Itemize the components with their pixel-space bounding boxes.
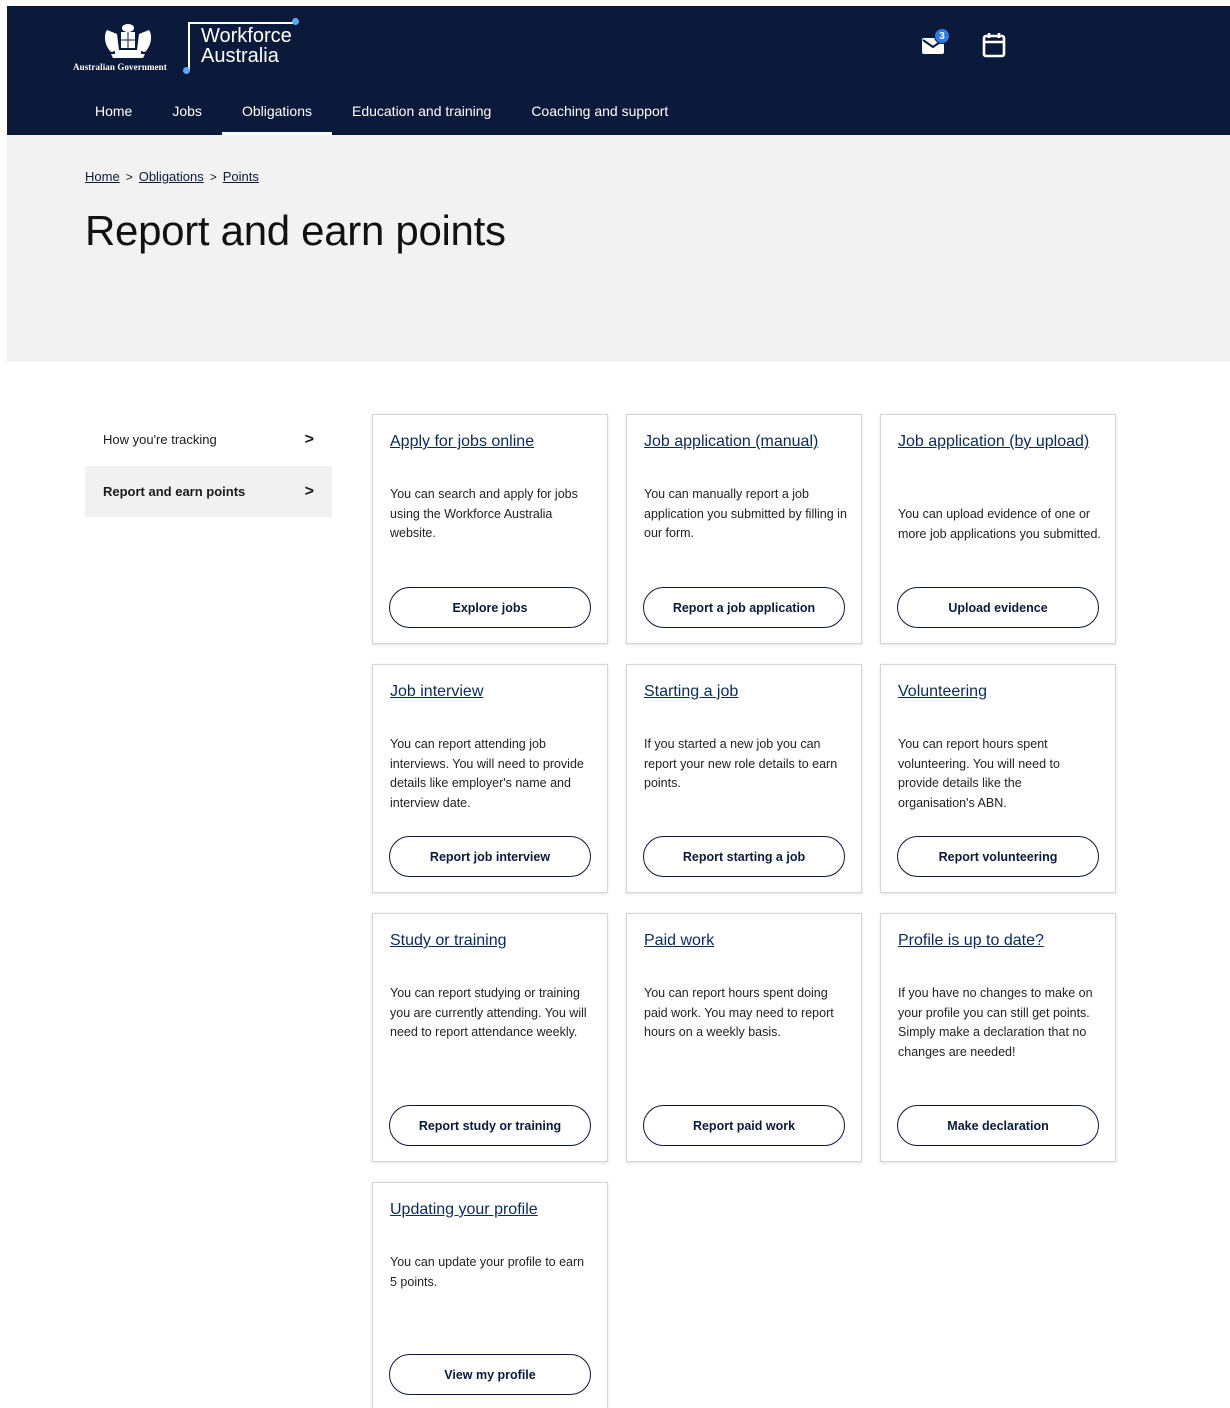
brand-dot [183, 67, 190, 74]
card-description: If you have no changes to make on your p… [898, 986, 1093, 1060]
breadcrumb-points[interactable]: Points [223, 169, 259, 184]
card-volunteering: Volunteering You can report hours spent … [880, 664, 1116, 893]
side-item-label: How you're tracking [103, 432, 217, 447]
upload-evidence-button[interactable]: Upload evidence [897, 587, 1099, 628]
government-label: Australian Government [73, 62, 167, 72]
report-paid-work-button[interactable]: Report paid work [643, 1105, 845, 1146]
report-job-application-button[interactable]: Report a job application [643, 587, 845, 628]
coat-of-arms-icon: Australian Government [73, 18, 183, 78]
card-job-application-upload: Job application (by upload) You can uplo… [880, 414, 1116, 644]
card-description: You can upload evidence of one or more j… [898, 507, 1101, 541]
report-volunteering-button[interactable]: Report volunteering [897, 836, 1099, 877]
nav-coaching-and-support[interactable]: Coaching and support [511, 92, 688, 135]
page-title: Report and earn points [85, 207, 506, 254]
nav-jobs[interactable]: Jobs [152, 92, 222, 135]
brand-line-2: Australia [201, 45, 279, 67]
card-apply-for-jobs-online: Apply for jobs online You can search and… [372, 414, 608, 644]
nav-home[interactable]: Home [75, 92, 152, 135]
nav-education-and-training[interactable]: Education and training [332, 92, 511, 135]
card-description: You can update your profile to earn 5 po… [390, 1255, 585, 1289]
brand-line-1: Workforce [201, 25, 292, 47]
view-my-profile-button[interactable]: View my profile [389, 1354, 591, 1395]
breadcrumb-obligations[interactable]: Obligations [139, 169, 204, 184]
explore-jobs-button[interactable]: Explore jobs [389, 587, 591, 628]
card-title[interactable]: Profile is up to date? [898, 931, 1101, 951]
card-paid-work: Paid work You can report hours spent doi… [626, 913, 862, 1162]
card-study-or-training: Study or training You can report studyin… [372, 913, 608, 1162]
nav-obligations[interactable]: Obligations [221, 92, 333, 135]
card-title[interactable]: Updating your profile [390, 1200, 593, 1220]
card-description: You can report hours spent volunteering.… [898, 737, 1060, 811]
card-title[interactable]: Starting a job [644, 682, 847, 702]
breadcrumb-separator: > [209, 169, 217, 184]
card-description: You can report hours spent doing paid wo… [644, 986, 834, 1040]
report-study-or-training-button[interactable]: Report study or training [389, 1105, 591, 1146]
card-description: You can search and apply for jobs using … [390, 487, 578, 541]
card-job-interview: Job interview You can report attending j… [372, 664, 608, 893]
card-description: If you started a new job you can report … [644, 737, 838, 791]
breadcrumb-separator: > [125, 169, 133, 184]
calendar-icon [982, 33, 1006, 58]
card-starting-a-job: Starting a job If you started a new job … [626, 664, 862, 893]
side-item-report-and-earn-points[interactable]: Report and earn points > [85, 466, 332, 517]
breadcrumb: Home > Obligations > Points [85, 169, 259, 184]
chevron-right-icon: > [304, 430, 314, 448]
site-header: Australian Government Workforce Australi… [7, 6, 1230, 135]
card-title[interactable]: Job interview [390, 682, 593, 702]
calendar-button[interactable] [977, 28, 1011, 62]
card-title[interactable]: Study or training [390, 931, 593, 951]
chevron-right-icon: > [304, 482, 314, 500]
brand-dot [292, 18, 299, 25]
card-title[interactable]: Job application (manual) [644, 432, 847, 452]
page-hero: Home > Obligations > Points Report and e… [7, 135, 1230, 362]
report-job-interview-button[interactable]: Report job interview [389, 836, 591, 877]
card-updating-your-profile: Updating your profile You can update you… [372, 1182, 608, 1408]
mail-button[interactable]: 3 [917, 28, 951, 62]
card-profile-is-up-to-date: Profile is up to date? If you have no ch… [880, 913, 1116, 1162]
report-starting-a-job-button[interactable]: Report starting a job [643, 836, 845, 877]
side-menu: How you're tracking > Report and earn po… [85, 414, 332, 518]
main-nav: Home Jobs Obligations Education and trai… [75, 92, 688, 135]
side-item-label: Report and earn points [103, 484, 246, 499]
brand-logo[interactable]: Australian Government Workforce Australi… [73, 18, 299, 80]
card-title[interactable]: Apply for jobs online [390, 432, 593, 452]
mail-count-badge: 3 [934, 28, 950, 44]
make-declaration-button[interactable]: Make declaration [897, 1105, 1099, 1146]
card-description: You can manually report a job applicatio… [644, 487, 847, 541]
header-actions: 3 [917, 28, 1011, 62]
card-title[interactable]: Job application (by upload) [898, 432, 1101, 452]
card-job-application-manual: Job application (manual) You can manuall… [626, 414, 862, 644]
brand-name: Workforce Australia [201, 26, 292, 66]
side-item-how-youre-tracking[interactable]: How you're tracking > [85, 414, 332, 465]
card-description: You can report attending job interviews.… [390, 737, 584, 811]
breadcrumb-home[interactable]: Home [85, 169, 120, 184]
card-title[interactable]: Paid work [644, 931, 847, 951]
card-description: You can report studying or training you … [390, 986, 587, 1040]
card-title[interactable]: Volunteering [898, 682, 1101, 702]
